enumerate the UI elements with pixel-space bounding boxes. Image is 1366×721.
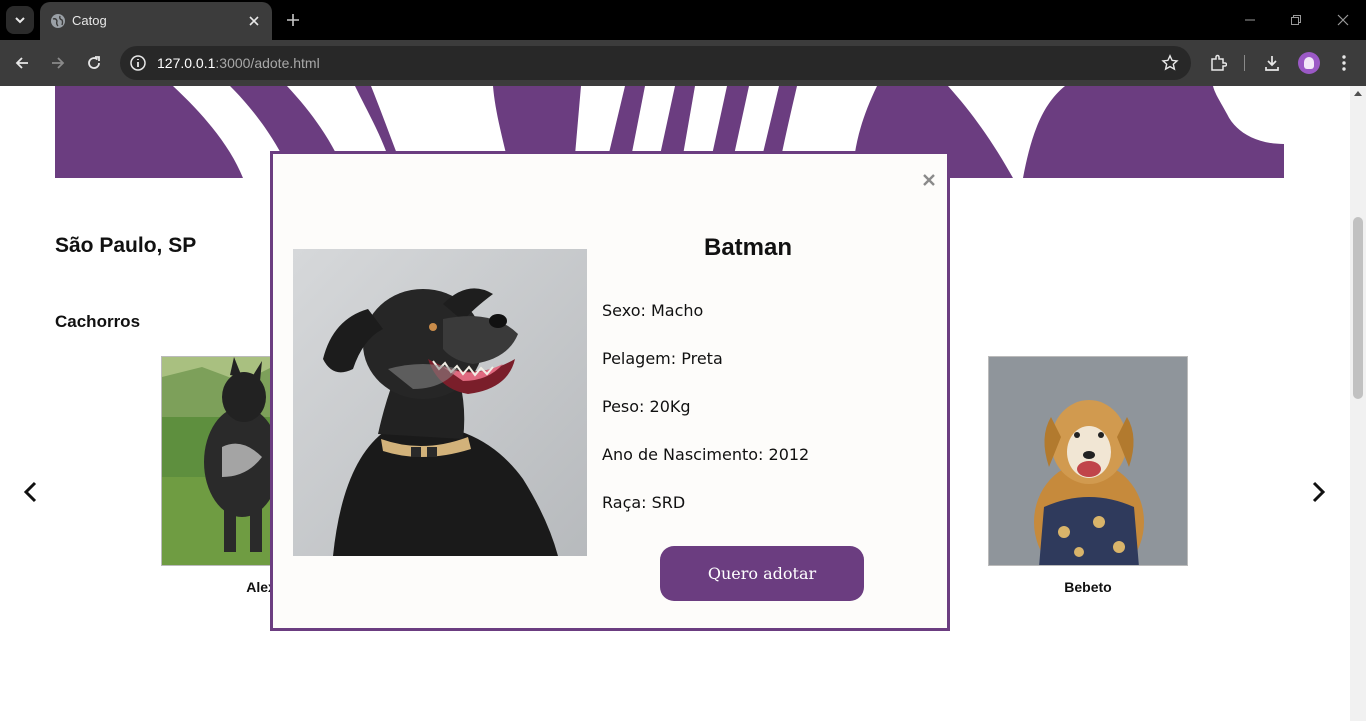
tab-search-button[interactable] (6, 6, 34, 34)
reload-icon (88, 56, 100, 69)
dog-photo-bebeto (989, 357, 1187, 565)
close-icon (249, 16, 259, 26)
window-close-button[interactable] (1331, 8, 1355, 32)
minimize-button[interactable] (1238, 8, 1262, 32)
dog-card-name-bebeto[interactable]: Bebeto (988, 579, 1188, 595)
minimize-icon (1245, 19, 1255, 21)
chevron-down-icon (15, 17, 25, 24)
dog-card-photo-bebeto[interactable] (988, 356, 1188, 566)
chevron-right-icon (1312, 481, 1326, 503)
back-button[interactable] (10, 51, 34, 75)
toolbar-separator (1244, 55, 1245, 71)
plus-icon (287, 14, 299, 26)
city-title: São Paulo, SP (55, 234, 197, 257)
pet-birth-year: Ano de Nascimento: 2012 (602, 445, 810, 464)
restore-button[interactable] (1284, 8, 1308, 32)
browser-toolbar: 127.0.0.1:3000/adote.html (0, 40, 1366, 86)
extensions-icon (1211, 54, 1227, 71)
chevron-left-icon (23, 481, 37, 503)
pet-sex: Sexo: Macho (602, 301, 704, 320)
tab-title: Catog (72, 13, 107, 28)
reload-button[interactable] (82, 51, 106, 75)
more-vert-icon (1342, 55, 1346, 71)
pet-details-modal: Batman Sexo: Macho Pelagem: Preta Peso: … (270, 151, 950, 631)
scroll-up-arrow[interactable] (1354, 91, 1362, 96)
tab-strip: Catog (0, 0, 1366, 40)
info-icon[interactable] (128, 53, 148, 73)
url-text: 127.0.0.1:3000/adote.html (157, 55, 320, 71)
carousel-next-button[interactable] (1307, 480, 1331, 504)
pet-photo (293, 249, 587, 556)
browser-tab[interactable]: Catog (40, 2, 272, 40)
modal-close-button[interactable] (919, 170, 939, 190)
close-icon (1337, 14, 1349, 26)
address-bar[interactable]: 127.0.0.1:3000/adote.html (120, 46, 1191, 80)
close-icon (923, 174, 935, 186)
restore-icon (1291, 15, 1301, 25)
section-title-dogs: Cachorros (55, 312, 141, 331)
globe-favicon-icon (51, 14, 65, 28)
download-button[interactable] (1261, 52, 1283, 74)
pet-weight: Peso: 20Kg (602, 397, 691, 416)
carousel-prev-button[interactable] (18, 480, 42, 504)
scroll-thumb[interactable] (1353, 217, 1363, 399)
forward-icon (52, 57, 65, 69)
pet-breed: Raça: SRD (602, 493, 686, 512)
back-icon (15, 57, 28, 69)
browser-menu-button[interactable] (1333, 52, 1355, 74)
page-scrollbar[interactable] (1350, 86, 1366, 721)
forward-button[interactable] (46, 51, 70, 75)
url-host: 127.0.0.1 (157, 55, 216, 71)
pet-coat: Pelagem: Preta (602, 349, 723, 368)
adopt-button[interactable]: Quero adotar (660, 546, 864, 601)
profile-avatar[interactable] (1298, 52, 1320, 74)
url-path: :3000/adote.html (215, 55, 320, 71)
new-tab-button[interactable] (282, 9, 304, 31)
extensions-button[interactable] (1207, 52, 1229, 74)
star-icon[interactable] (1161, 54, 1179, 72)
dog-photo-batman (293, 249, 587, 556)
download-icon (1265, 56, 1279, 71)
pet-name: Batman (703, 234, 793, 261)
tab-close-button[interactable] (244, 11, 264, 31)
